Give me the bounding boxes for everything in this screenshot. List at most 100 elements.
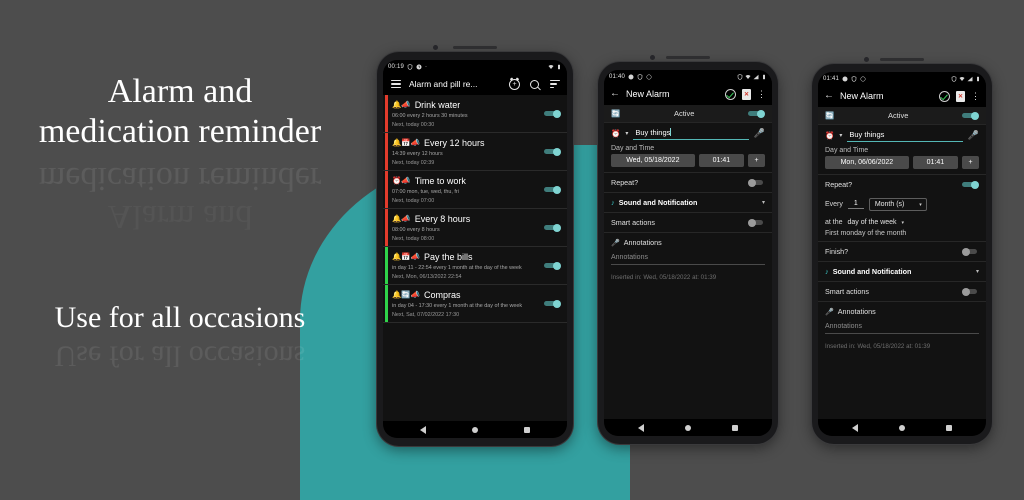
- overflow-menu-icon[interactable]: ⋮: [971, 92, 980, 101]
- add-time-button[interactable]: +: [962, 156, 979, 169]
- alarm-clock-icon[interactable]: ⏰: [611, 130, 620, 138]
- alarm-title-line: 🔔📣 Every 8 hours: [392, 213, 544, 225]
- home-nav-icon[interactable]: [684, 424, 691, 431]
- headline-reflection-line-2: medication reminder: [38, 160, 322, 198]
- alarm-clock-icon[interactable]: ⏰: [825, 132, 834, 140]
- repeat-type-icon[interactable]: 🔄: [825, 112, 834, 120]
- overflow-menu-icon[interactable]: ⋮: [757, 90, 766, 99]
- alarm-enable-toggle[interactable]: [544, 109, 561, 118]
- interval-input[interactable]: 1: [847, 200, 864, 209]
- active-toggle[interactable]: [962, 111, 979, 120]
- microphone-icon[interactable]: 🎤: [968, 130, 979, 141]
- annotations-label: Annotations: [623, 238, 662, 247]
- recents-nav-icon[interactable]: [524, 426, 530, 433]
- smart-actions-toggle[interactable]: [748, 218, 765, 227]
- finish-toggle[interactable]: [962, 247, 979, 256]
- chevron-down-icon[interactable]: ▾: [839, 132, 842, 139]
- phone-speaker: [666, 56, 710, 59]
- microphone-icon[interactable]: 🎤: [754, 128, 765, 139]
- alarm-type-icons: 🔔📣: [392, 213, 411, 223]
- wifi-icon: [548, 64, 554, 69]
- alarm-name-input[interactable]: Buy things: [633, 127, 749, 140]
- alarm-row[interactable]: 🔔📣 Drink water 06:00 every 2 hours 30 minu…: [383, 95, 567, 133]
- menu-icon[interactable]: [389, 78, 402, 91]
- date-button[interactable]: Wed, 05/18/2022: [611, 154, 695, 167]
- chevron-down-icon[interactable]: ▾: [625, 130, 628, 137]
- alarm-title-line: 🔔📣 Drink water: [392, 99, 544, 111]
- app-bar: ← New Alarm ⋮: [604, 83, 772, 105]
- app-bar: ← New Alarm ⋮: [818, 85, 986, 107]
- active-toggle[interactable]: [748, 109, 765, 118]
- period-select[interactable]: Month (s) ▾: [868, 198, 927, 211]
- alarm-add-icon[interactable]: +: [508, 78, 521, 91]
- alarm-type-icons: 🔔📣: [392, 99, 411, 109]
- wifi-icon: [745, 74, 751, 79]
- chevron-down-icon[interactable]: ▾: [976, 268, 979, 275]
- alarm-enable-toggle[interactable]: [544, 147, 561, 156]
- alarm-row-content: 🔔🔄📣 Compras in day 04 - 17:30 every 1 mont…: [392, 289, 544, 319]
- alarm-name-row: ⏰ ▾ Buy things 🎤: [604, 123, 772, 142]
- new-alarm-form: 🔄 Active ⏰ ▾ Buy things 🎤 Day and Time M…: [818, 107, 986, 419]
- save-check-icon[interactable]: [725, 88, 736, 100]
- page-title: New Alarm: [840, 91, 884, 101]
- status-bar: 01:41: [818, 72, 986, 85]
- sound-notification-row[interactable]: ♪ Sound and Notification ▾: [818, 261, 986, 281]
- back-nav-icon[interactable]: [638, 423, 645, 432]
- back-arrow-icon[interactable]: ←: [610, 89, 620, 99]
- annotations-field[interactable]: Annotations: [818, 321, 986, 338]
- repeat-mode-select[interactable]: day of the week ▾: [848, 219, 905, 226]
- microphone-icon[interactable]: 🎤: [825, 308, 834, 316]
- alarm-title-line: 🔔📅📣 Every 12 hours: [392, 137, 544, 149]
- alarm-enable-toggle[interactable]: [544, 261, 561, 270]
- repeat-toggle[interactable]: [748, 178, 765, 187]
- home-nav-icon[interactable]: [898, 424, 905, 431]
- alarm-next-occurrence: Next, today 08:00: [392, 235, 435, 242]
- alarm-status-stripe: [385, 209, 388, 246]
- alarm-enable-toggle[interactable]: [544, 223, 561, 232]
- back-nav-icon[interactable]: [852, 423, 859, 432]
- alarm-row[interactable]: 🔔🔄📣 Compras in day 04 - 17:30 every 1 mont…: [383, 285, 567, 323]
- alarm-enable-toggle[interactable]: [544, 299, 561, 308]
- date-button[interactable]: Mon, 06/06/2022: [825, 156, 909, 169]
- sound-notification-label: Sound and Notification: [618, 198, 698, 207]
- delete-icon[interactable]: [742, 88, 751, 100]
- shield-icon: [637, 73, 643, 80]
- active-row: 🔄 Active: [818, 107, 986, 125]
- alarm-row[interactable]: 🔔📅📣 Every 12 hours 14:39 every 12 hours Nex…: [383, 133, 567, 171]
- back-nav-icon[interactable]: [420, 425, 426, 434]
- repeat-toggle[interactable]: [962, 180, 979, 189]
- alarm-name-input[interactable]: Buy things: [847, 129, 963, 142]
- screen-alarm-list: 00:19 · Alarm and pill re... + 🔔📣 Drink …: [383, 60, 567, 438]
- alarm-list[interactable]: 🔔📣 Drink water 06:00 every 2 hours 30 minu…: [383, 95, 567, 421]
- repeat-type-icon[interactable]: 🔄: [611, 110, 620, 118]
- music-note-icon: ♪: [825, 266, 829, 276]
- sound-notification-row[interactable]: ♪ Sound and Notification ▾: [604, 192, 772, 212]
- alarm-enable-toggle[interactable]: [544, 185, 561, 194]
- chevron-down-icon[interactable]: ▾: [762, 199, 765, 206]
- time-button[interactable]: 01:41: [698, 154, 744, 167]
- clock-icon: [416, 64, 422, 69]
- annotations-field[interactable]: Annotations: [604, 252, 772, 269]
- home-nav-icon[interactable]: [472, 426, 478, 433]
- alarm-row[interactable]: 🔔📅📣 Pay the bills in day 11 - 22:54 every …: [383, 247, 567, 285]
- alarm-schedule: 08:00 every 8 hours: [392, 226, 440, 233]
- time-button[interactable]: 01:41: [912, 156, 958, 169]
- annotations-placeholder: Annotations: [611, 254, 765, 265]
- back-arrow-icon[interactable]: ←: [824, 91, 834, 101]
- day-time-row: Mon, 06/06/2022 01:41 +: [818, 156, 986, 174]
- add-time-button[interactable]: +: [748, 154, 765, 167]
- microphone-icon[interactable]: 🎤: [611, 239, 620, 247]
- alarm-row[interactable]: ⏰📣 Time to work 07:00 mon, tue, wed, thu, …: [383, 171, 567, 209]
- sort-icon[interactable]: [548, 78, 561, 91]
- status-bar: 01:40: [604, 70, 772, 83]
- day-and-time-label: Day and Time: [611, 145, 655, 152]
- save-check-icon[interactable]: [939, 90, 950, 102]
- recents-nav-icon[interactable]: [731, 424, 738, 431]
- wifi-icon: [959, 76, 965, 81]
- sound-notification-label: Sound and Notification: [832, 267, 912, 276]
- alarm-row[interactable]: 🔔📣 Every 8 hours 08:00 every 8 hours Next, …: [383, 209, 567, 247]
- recents-nav-icon[interactable]: [945, 424, 952, 431]
- delete-icon[interactable]: [956, 90, 965, 102]
- search-icon[interactable]: [528, 78, 541, 91]
- smart-actions-toggle[interactable]: [962, 287, 979, 296]
